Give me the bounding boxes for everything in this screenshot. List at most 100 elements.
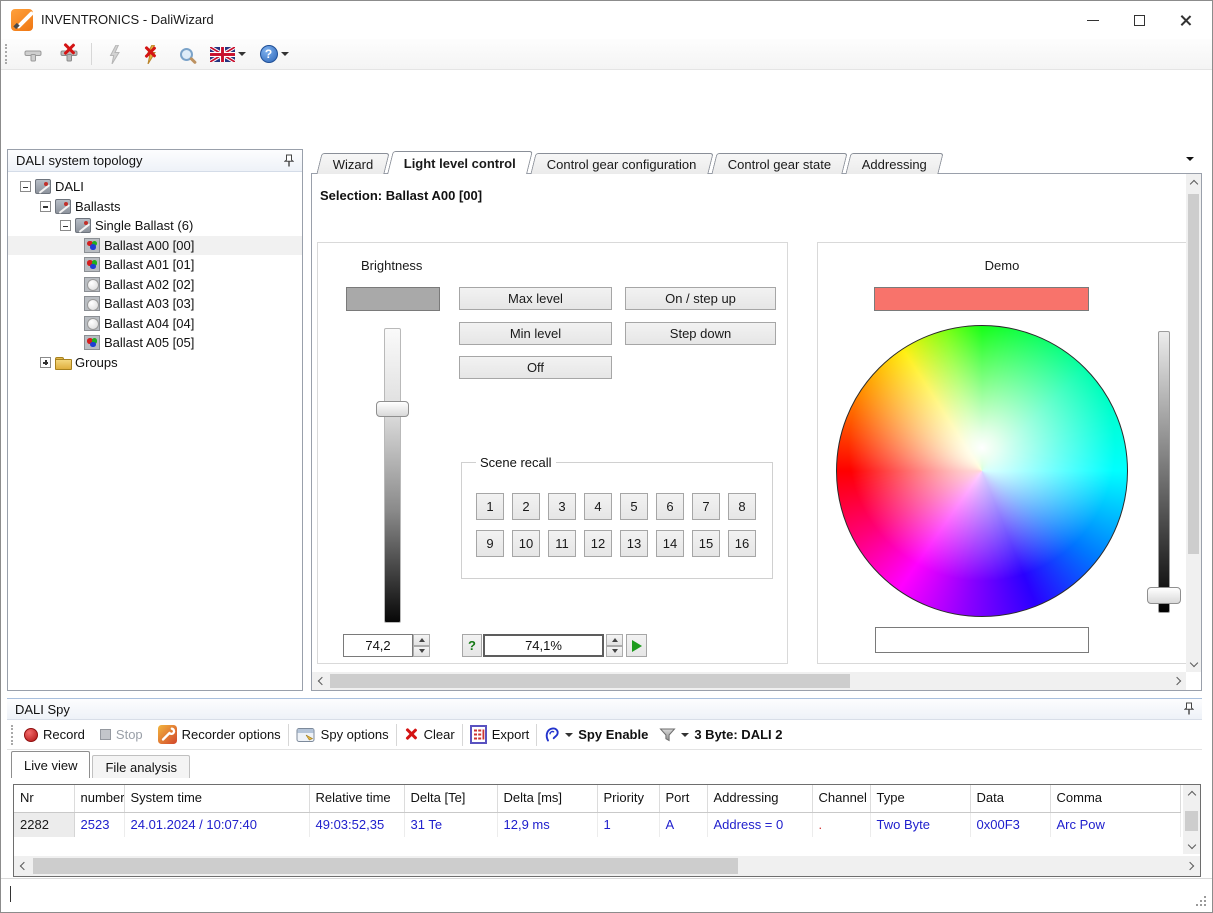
maximize-button[interactable] bbox=[1116, 1, 1162, 39]
language-selector[interactable] bbox=[208, 41, 248, 67]
col-header-port[interactable]: Port bbox=[659, 785, 707, 812]
pin-icon[interactable] bbox=[1184, 702, 1194, 716]
col-header-command[interactable]: Comma bbox=[1050, 785, 1181, 812]
flash-button[interactable] bbox=[100, 41, 128, 67]
scroll-right-button[interactable] bbox=[1169, 672, 1186, 690]
off-button[interactable]: Off bbox=[459, 356, 612, 379]
on-step-up-button[interactable]: On / step up bbox=[625, 287, 776, 310]
col-header-type[interactable]: Type bbox=[870, 785, 970, 812]
tree-node-single-ballast[interactable]: Single Ballast (6) bbox=[8, 216, 302, 236]
demo-slider-track[interactable] bbox=[1158, 331, 1170, 613]
toolbar-grip[interactable] bbox=[5, 44, 9, 64]
col-header-data[interactable]: Data bbox=[970, 785, 1050, 812]
spin-up-button[interactable] bbox=[606, 634, 623, 646]
col-header-system-time[interactable]: System time bbox=[124, 785, 309, 812]
scene-button-15[interactable]: 15 bbox=[692, 530, 720, 557]
scroll-right-button[interactable] bbox=[1182, 856, 1200, 876]
color-wheel[interactable] bbox=[836, 325, 1128, 617]
scene-button-6[interactable]: 6 bbox=[656, 493, 684, 520]
max-level-button[interactable]: Max level bbox=[459, 287, 612, 310]
tab-file-analysis[interactable]: File analysis bbox=[92, 755, 190, 778]
brightness-help-button[interactable]: ? bbox=[462, 634, 482, 657]
flash-cancel-button[interactable] bbox=[136, 41, 164, 67]
tab-addressing[interactable]: Addressing bbox=[846, 153, 944, 174]
scene-button-16[interactable]: 16 bbox=[728, 530, 756, 557]
scene-button-4[interactable]: 4 bbox=[584, 493, 612, 520]
brightness-value-input[interactable]: 74,2 bbox=[343, 634, 413, 657]
help-button[interactable]: ? bbox=[256, 41, 292, 67]
record-button[interactable]: Record bbox=[24, 727, 85, 742]
col-header-relative-time[interactable]: Relative time bbox=[309, 785, 404, 812]
scene-button-5[interactable]: 5 bbox=[620, 493, 648, 520]
scene-button-13[interactable]: 13 bbox=[620, 530, 648, 557]
toolbar-grip[interactable] bbox=[11, 725, 15, 745]
close-button[interactable] bbox=[1162, 1, 1208, 39]
clear-button[interactable]: Clear bbox=[404, 727, 455, 742]
content-hscroll-thumb[interactable] bbox=[330, 674, 850, 688]
frame-filter-button[interactable]: 3 Byte: DALI 2 bbox=[659, 727, 782, 743]
collapse-expander-icon[interactable] bbox=[20, 181, 31, 192]
scene-button-14[interactable]: 14 bbox=[656, 530, 684, 557]
scroll-up-button[interactable] bbox=[1186, 174, 1201, 191]
content-vscroll-thumb[interactable] bbox=[1188, 194, 1199, 554]
disconnect-button[interactable] bbox=[55, 41, 83, 67]
tab-list-dropdown-icon[interactable] bbox=[1186, 157, 1194, 161]
step-down-button[interactable]: Step down bbox=[625, 322, 776, 345]
scene-button-1[interactable]: 1 bbox=[476, 493, 504, 520]
col-header-delta-ms[interactable]: Delta [ms] bbox=[497, 785, 597, 812]
scene-button-7[interactable]: 7 bbox=[692, 493, 720, 520]
tab-light-level-control[interactable]: Light level control bbox=[388, 151, 534, 174]
search-button[interactable] bbox=[172, 41, 200, 67]
spy-enable-button[interactable]: Spy Enable bbox=[544, 726, 648, 743]
resize-grip[interactable] bbox=[1194, 894, 1206, 906]
minimize-button[interactable] bbox=[1070, 1, 1116, 39]
demo-color-input[interactable] bbox=[875, 627, 1089, 653]
col-header-number[interactable]: number bbox=[74, 785, 124, 812]
pin-icon[interactable] bbox=[284, 154, 294, 168]
scroll-up-button[interactable] bbox=[1183, 785, 1200, 802]
scroll-down-button[interactable] bbox=[1186, 655, 1201, 672]
scroll-left-button[interactable] bbox=[14, 856, 32, 876]
col-header-priority[interactable]: Priority bbox=[597, 785, 659, 812]
spin-down-button[interactable] bbox=[413, 646, 430, 658]
scene-button-9[interactable]: 9 bbox=[476, 530, 504, 557]
tree-node-groups[interactable]: Groups bbox=[8, 353, 302, 373]
brightness-slider-track[interactable] bbox=[384, 328, 401, 623]
export-button[interactable]: Export bbox=[470, 725, 530, 744]
scene-button-2[interactable]: 2 bbox=[512, 493, 540, 520]
col-header-channel[interactable]: Channel bbox=[812, 785, 870, 812]
tree-node-ballast-a02[interactable]: Ballast A02 [02] bbox=[8, 275, 302, 295]
apply-play-button[interactable] bbox=[626, 634, 647, 657]
collapse-expander-icon[interactable] bbox=[40, 201, 51, 212]
col-header-addressing[interactable]: Addressing bbox=[707, 785, 812, 812]
tree-node-ballast-a00[interactable]: Ballast A00 [00] bbox=[8, 236, 302, 256]
table-hscroll-thumb[interactable] bbox=[33, 858, 738, 874]
tree-node-ballast-a05[interactable]: Ballast A05 [05] bbox=[8, 333, 302, 353]
tree-node-dali[interactable]: DALI bbox=[8, 177, 302, 197]
stop-button[interactable]: Stop bbox=[100, 727, 143, 742]
scroll-down-button[interactable] bbox=[1183, 837, 1200, 854]
tab-wizard[interactable]: Wizard bbox=[316, 153, 390, 174]
col-header-nr[interactable]: Nr bbox=[14, 785, 74, 812]
scene-button-10[interactable]: 10 bbox=[512, 530, 540, 557]
scene-button-11[interactable]: 11 bbox=[548, 530, 576, 557]
tree-node-ballasts[interactable]: Ballasts bbox=[8, 197, 302, 217]
tree-node-ballast-a01[interactable]: Ballast A01 [01] bbox=[8, 255, 302, 275]
tab-live-view[interactable]: Live view bbox=[11, 751, 90, 778]
spy-table-row[interactable]: 2282 2523 24.01.2024 / 10:07:40 49:03:52… bbox=[14, 812, 1181, 837]
connect-button[interactable] bbox=[19, 41, 47, 67]
table-vscroll-thumb[interactable] bbox=[1185, 811, 1198, 831]
expand-expander-icon[interactable] bbox=[40, 357, 51, 368]
brightness-slider-thumb[interactable] bbox=[376, 401, 409, 417]
collapse-expander-icon[interactable] bbox=[60, 220, 71, 231]
demo-slider-thumb[interactable] bbox=[1147, 587, 1181, 604]
min-level-button[interactable]: Min level bbox=[459, 322, 612, 345]
spy-options-button[interactable]: Spy options bbox=[296, 726, 389, 743]
scene-button-12[interactable]: 12 bbox=[584, 530, 612, 557]
spin-up-button[interactable] bbox=[413, 634, 430, 646]
scene-button-3[interactable]: 3 bbox=[548, 493, 576, 520]
col-header-delta-te[interactable]: Delta [Te] bbox=[404, 785, 497, 812]
tab-control-gear-configuration[interactable]: Control gear configuration bbox=[531, 153, 714, 174]
brightness-percent-input[interactable]: 74,1% bbox=[483, 634, 604, 657]
tree-node-ballast-a03[interactable]: Ballast A03 [03] bbox=[8, 294, 302, 314]
